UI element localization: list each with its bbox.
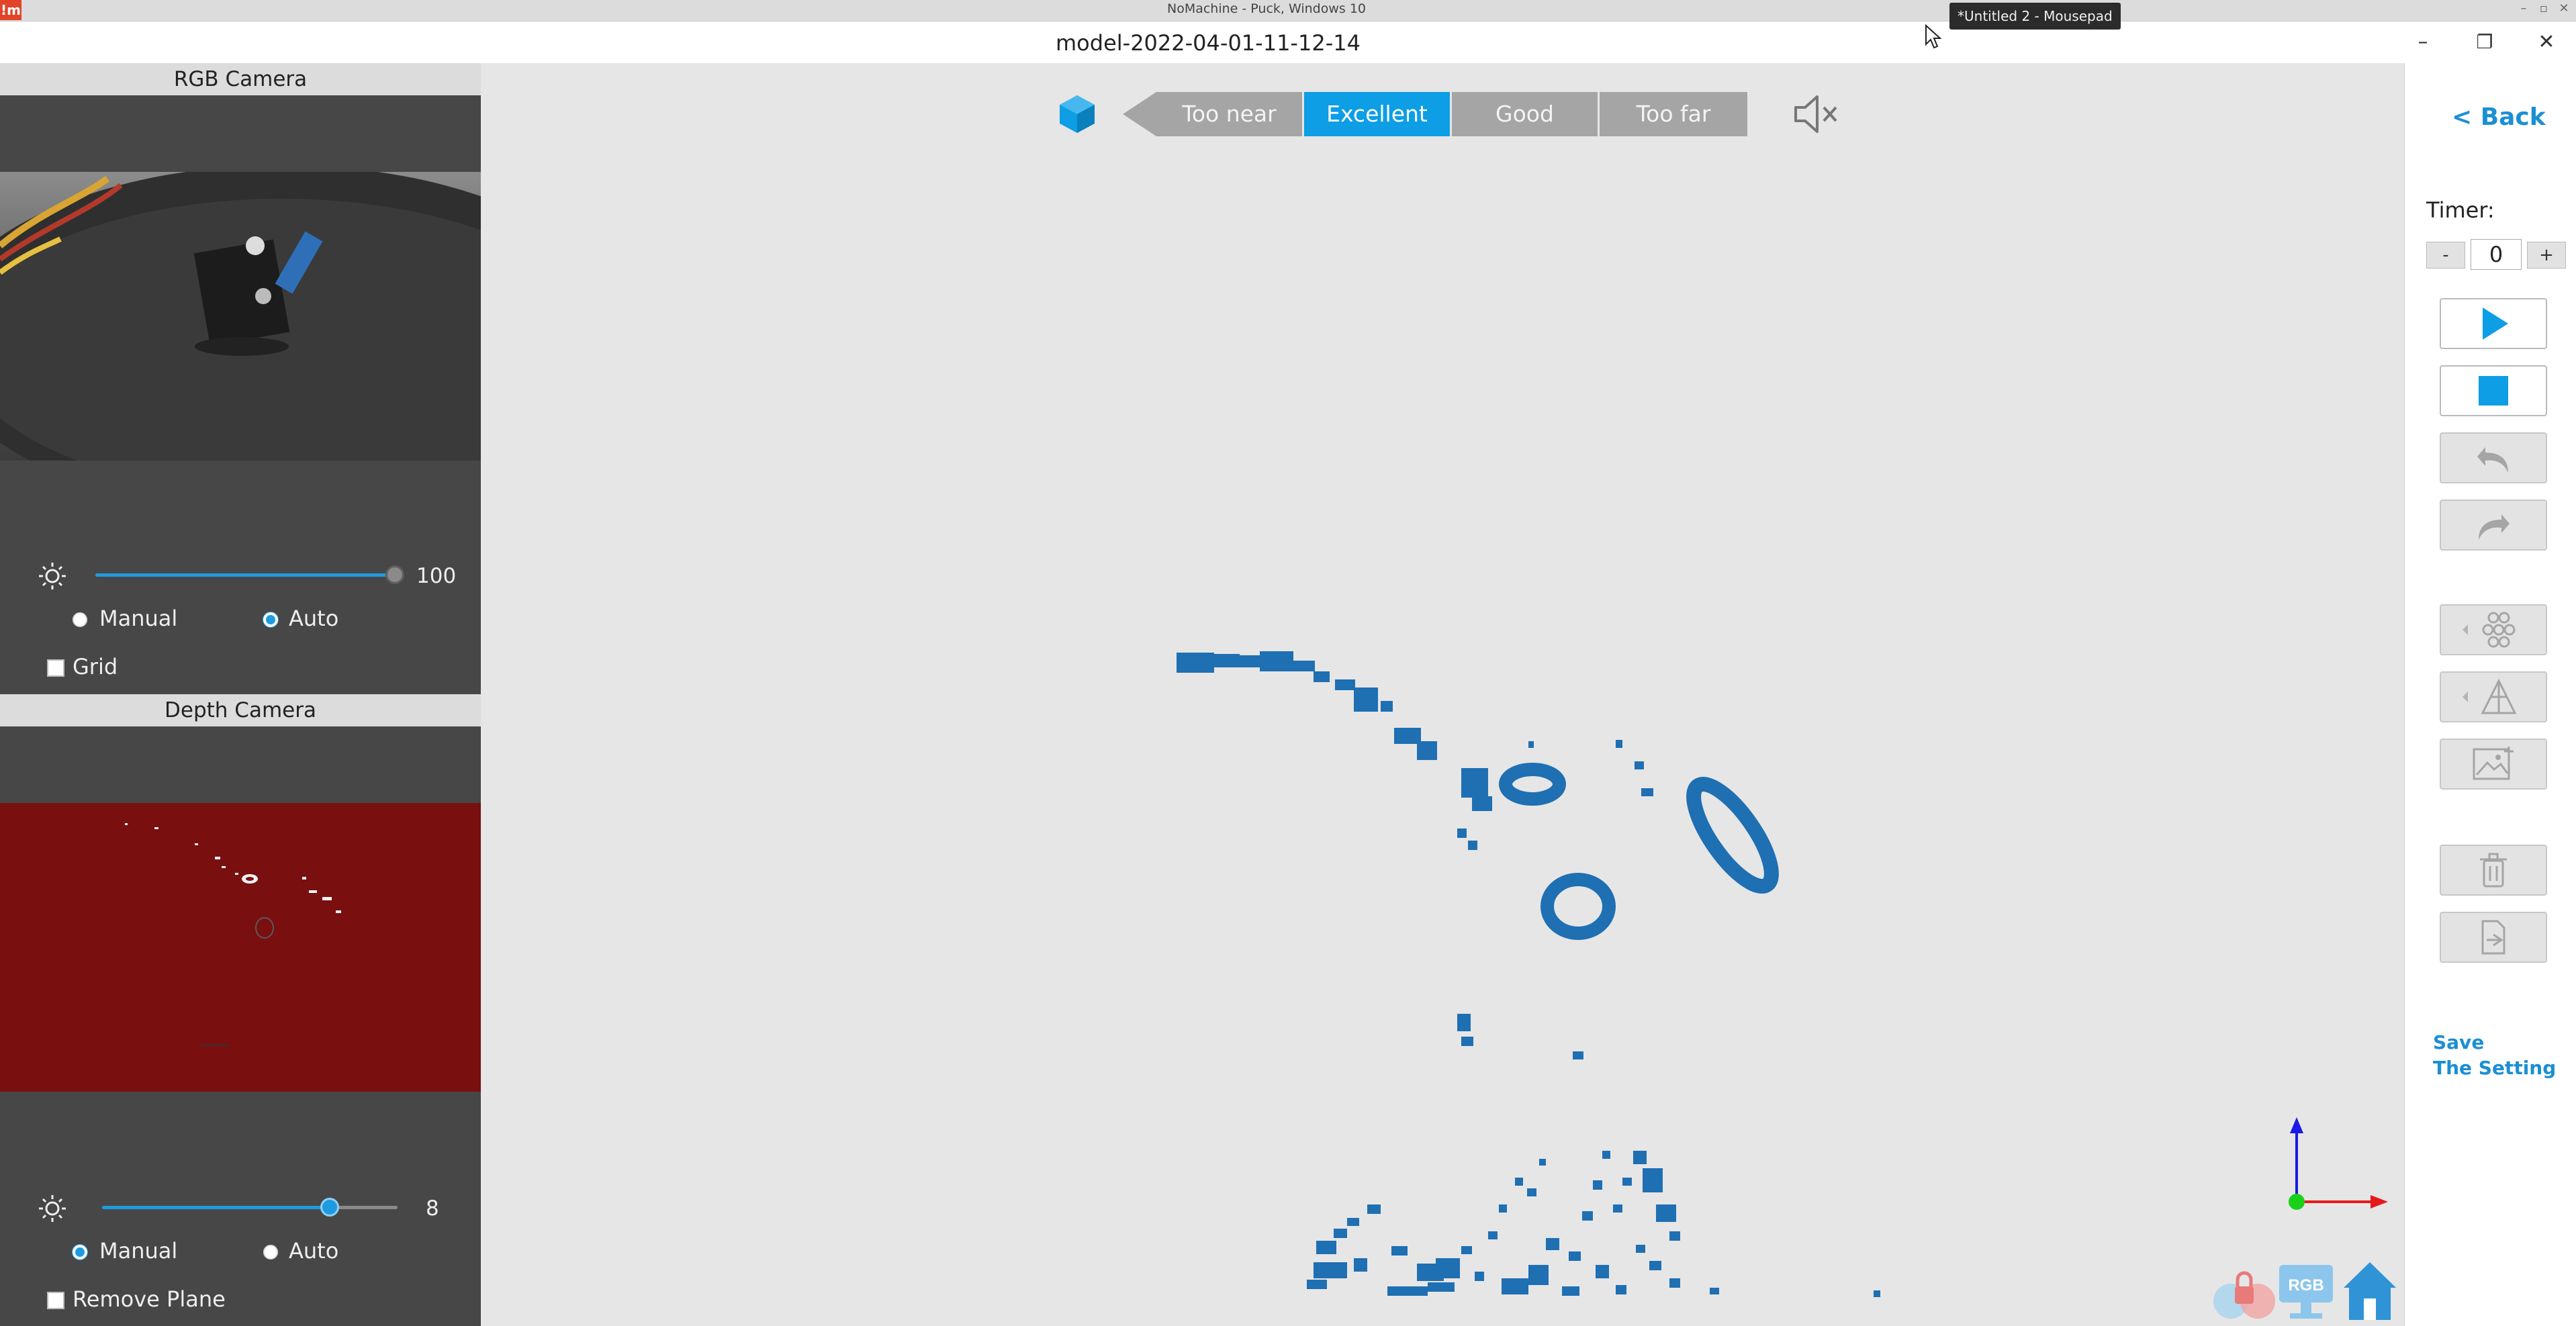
remove-plane-row: Remove Plane [0, 1284, 481, 1316]
grid-label: Grid [73, 654, 118, 679]
rgb-camera-feed [0, 172, 481, 461]
orientation-axes [2289, 1117, 2388, 1210]
window-minimize-button[interactable]: – [2403, 27, 2443, 58]
point-cloud-icon [2463, 612, 2516, 648]
nomachine-title: NoMachine - Puck, Windows 10 [1166, 1, 1367, 16]
rgb-exposure-handle[interactable] [385, 565, 404, 584]
back-link[interactable]: < Back [2452, 103, 2546, 131]
z-axis [2289, 1194, 2305, 1210]
quality-too-near: Too near [1156, 92, 1304, 136]
nomachine-restore-button[interactable]: ▫ [2536, 1, 2552, 15]
mesh-icon [2463, 678, 2517, 714]
rgb-exposure-slider[interactable] [95, 573, 395, 577]
nomachine-bar: !m NoMachine - Puck, Windows 10 – ▫ ✕ [0, 0, 2576, 21]
stop-scan-button[interactable] [2440, 365, 2547, 416]
save-setting-line-1: Save [2433, 1031, 2485, 1053]
rgb-camera-header: RGB Camera [0, 63, 481, 95]
depth-exposure-fill [102, 1206, 330, 1209]
rgb-manual-label: Manual [99, 606, 178, 631]
depth-exposure-slider-row: 8 [0, 1188, 481, 1226]
depth-manual-label: Manual [99, 1238, 178, 1264]
mouse-cursor-icon [1925, 24, 1942, 49]
timer-decrement-button[interactable]: - [2426, 242, 2465, 269]
rgb-exposure-slider-row: 100 [0, 556, 481, 594]
depth-exposure-slider[interactable] [102, 1206, 398, 1209]
scan-viewport[interactable] [481, 63, 2404, 1326]
texture-button[interactable] [2440, 739, 2547, 790]
grid-checkbox[interactable] [47, 659, 64, 677]
export-button[interactable] [2440, 912, 2547, 963]
depth-auto-radio[interactable] [263, 1245, 278, 1260]
quality-too-far: Too far [1600, 92, 1747, 136]
quality-excellent: Excellent [1304, 92, 1452, 136]
camera-panel: RGB Camera 100 Manual Auto Grid Depth Ca… [0, 63, 481, 1326]
texture-icon [2473, 747, 2514, 780]
quality-arrow-icon [1123, 92, 1156, 136]
rgb-exposure-value: 100 [416, 564, 457, 588]
x-axis-arrow-icon [2371, 1195, 2388, 1209]
tool-panel: < Back Timer: - 0 + Save The Setting [2404, 63, 2576, 1326]
window-close-button[interactable]: ✕ [2526, 27, 2567, 58]
rgb-display-icon[interactable]: RGB [2275, 1261, 2337, 1321]
stop-icon [2479, 376, 2508, 406]
brightness-icon [39, 1195, 66, 1222]
remove-plane-label: Remove Plane [73, 1286, 226, 1312]
depth-auto-label: Auto [289, 1238, 339, 1264]
depth-mode-row: Manual Auto [0, 1235, 481, 1268]
start-scan-button[interactable] [2440, 298, 2547, 349]
mesh-button[interactable] [2440, 671, 2547, 722]
depth-camera-header: Depth Camera [0, 694, 481, 726]
home-icon[interactable] [2340, 1258, 2400, 1323]
delete-icon [2480, 853, 2507, 888]
point-cloud-button[interactable] [2440, 604, 2547, 655]
y-axis-arrow-icon [2290, 1117, 2303, 1133]
depth-camera-feed [0, 803, 481, 1092]
timer-increment-button[interactable]: + [2527, 242, 2566, 269]
nomachine-minimize-button[interactable]: – [2516, 1, 2532, 15]
rgb-auto-radio[interactable] [263, 612, 278, 627]
brightness-icon [39, 563, 66, 589]
nomachine-close-button[interactable]: ✕ [2556, 1, 2572, 15]
remove-plane-checkbox[interactable] [47, 1292, 64, 1309]
timer-input[interactable]: 0 [2471, 239, 2522, 270]
window-title: model-2022-04-01-11-12-14 [1056, 30, 1361, 56]
timer-label: Timer: [2426, 197, 2495, 223]
window-maximize-button[interactable]: ❐ [2465, 27, 2505, 58]
depth-exposure-handle[interactable] [320, 1198, 339, 1217]
save-setting-line-2: The Setting [2433, 1057, 2557, 1079]
rgb-mode-row: Manual Auto [0, 603, 481, 635]
window-title-bar: model-2022-04-01-11-12-14 – ❐ ✕ [0, 21, 2576, 63]
rgb-auto-label: Auto [289, 606, 339, 631]
save-setting-link[interactable]: Save The Setting [2433, 1030, 2556, 1081]
cube-icon[interactable] [1056, 93, 1099, 136]
lock-icon[interactable] [2211, 1262, 2278, 1323]
app-root: !m NoMachine - Puck, Windows 10 – ▫ ✕ mo… [0, 0, 2576, 1326]
rgb-badge-text: RGB [2288, 1276, 2324, 1294]
redo-icon [2479, 514, 2510, 540]
mute-icon[interactable] [1792, 93, 1840, 136]
rgb-manual-radio[interactable] [73, 612, 87, 627]
depth-manual-radio[interactable] [73, 1245, 87, 1260]
bottom-toolbar: RGB [2211, 1257, 2403, 1324]
quality-good: Good [1452, 92, 1600, 136]
delete-button[interactable] [2440, 845, 2547, 896]
export-icon [2481, 920, 2505, 955]
point-cloud [1177, 651, 1880, 1297]
taskbar-tooltip: *Untitled 2 - Mousepad [1949, 3, 2121, 30]
depth-exposure-value: 8 [426, 1196, 439, 1221]
undo-button[interactable] [2440, 432, 2547, 483]
rgb-exposure-fill [95, 573, 395, 577]
undo-icon [2477, 447, 2508, 473]
play-icon [2483, 307, 2508, 340]
redo-button[interactable] [2440, 500, 2547, 551]
grid-row: Grid [0, 651, 481, 683]
